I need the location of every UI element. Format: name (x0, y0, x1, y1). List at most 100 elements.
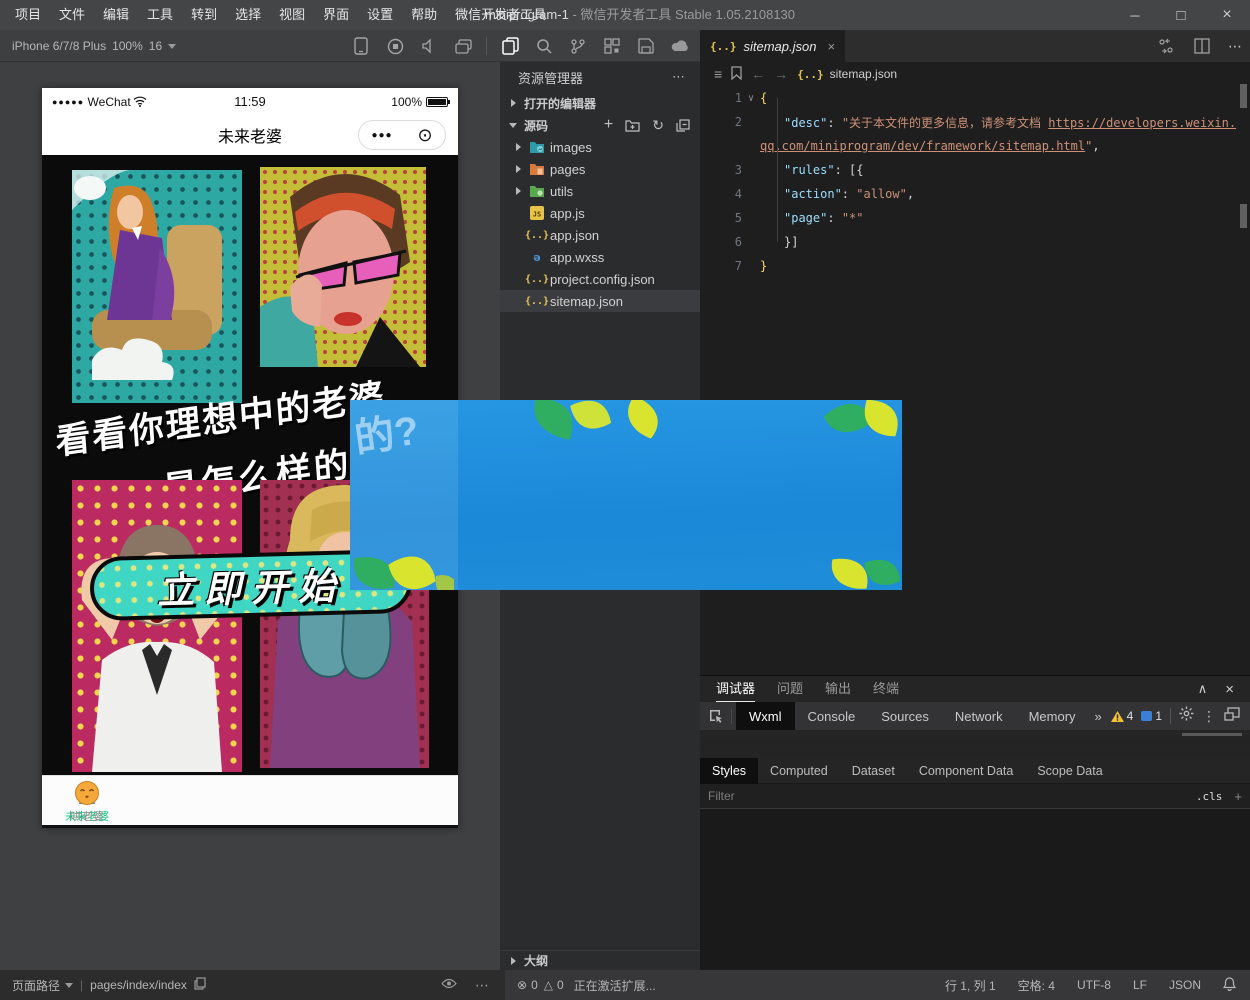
page-path-value: pages/index/index (90, 978, 187, 992)
cloud-icon[interactable] (663, 30, 697, 62)
bookmark-icon[interactable] (731, 66, 742, 83)
warning-count[interactable]: △0 (544, 978, 564, 992)
editor-statusbar: ⊗0 △0 正在激活扩展... 行 1, 列 1 空格: 4 UTF-8 LF … (505, 970, 1250, 1000)
plugins-icon[interactable] (595, 30, 629, 62)
explorer-more-icon[interactable]: ⋯ (672, 69, 686, 85)
capsule-menu[interactable]: ●●● ⊙ (358, 120, 446, 150)
file-row[interactable]: pages (500, 158, 700, 180)
explorer-toggle-icon[interactable] (493, 30, 527, 62)
collapse-panel-icon[interactable]: ∧ (1198, 681, 1208, 698)
error-count[interactable]: ⊗0 (517, 978, 538, 992)
collapse-all-icon[interactable] (676, 119, 690, 132)
menu-item[interactable]: 转到 (182, 0, 226, 30)
devtools-tab[interactable]: Memory (1016, 702, 1089, 730)
split-editor-icon[interactable] (1192, 30, 1212, 62)
bell-icon[interactable] (1223, 977, 1236, 994)
eol-label[interactable]: LF (1133, 978, 1147, 992)
warning-badge[interactable]: 4 (1111, 709, 1134, 723)
elements-scrollbar[interactable] (700, 730, 1250, 739)
capsule-more-icon[interactable]: ●●● (371, 130, 392, 141)
undock-icon[interactable] (1224, 707, 1240, 726)
maximize-button[interactable]: □ (1158, 0, 1204, 30)
devtools-tab[interactable]: Network (942, 702, 1016, 730)
copy-path-icon[interactable] (194, 977, 206, 993)
open-editors-section[interactable]: 打开的编辑器 (500, 92, 700, 114)
scrollbar-thumb[interactable] (1240, 84, 1247, 108)
outline-section[interactable]: 大纲 (500, 950, 700, 970)
cls-button[interactable]: .cls (1196, 790, 1235, 803)
tab-sitemap-json[interactable]: {..} sitemap.json × (700, 30, 845, 62)
tab-close-icon[interactable]: × (827, 39, 835, 54)
file-row[interactable]: {..} app.json (500, 224, 700, 246)
add-style-icon[interactable]: + (1234, 789, 1242, 804)
language-label[interactable]: JSON (1169, 978, 1201, 992)
debugger-tab[interactable]: 终端 (873, 677, 899, 702)
device-selector[interactable]: iPhone 6/7/8 Plus100%16 (12, 30, 176, 62)
close-button[interactable]: × (1204, 0, 1250, 30)
devtools-menu-icon[interactable]: ⋮ (1202, 708, 1216, 725)
debugger-tab[interactable]: 问题 (777, 677, 803, 702)
wxml-tree[interactable] (700, 739, 1250, 758)
style-filter-input[interactable]: Filter (708, 789, 1196, 803)
code-editor[interactable]: 1 ∨ { 2 "desc": "关于本文件的更多信息，请参考文档 https:… (700, 86, 1250, 278)
eye-icon[interactable] (441, 978, 457, 992)
search-icon[interactable] (527, 30, 561, 62)
open-changes-icon[interactable] (1156, 30, 1176, 62)
file-row[interactable]: images (500, 136, 700, 158)
menu-item[interactable]: 设置 (358, 0, 402, 30)
menu-item[interactable]: 选择 (226, 0, 270, 30)
more-options-icon[interactable]: ⋯ (475, 977, 489, 994)
devtools-settings-icon[interactable] (1179, 706, 1194, 726)
debugger-tab[interactable]: 输出 (825, 677, 851, 702)
devtools-tab[interactable]: Sources (868, 702, 942, 730)
scrollbar-mark[interactable] (1240, 204, 1247, 228)
indentation-label[interactable]: 空格: 4 (1018, 977, 1055, 994)
nav-back-icon[interactable]: ← (751, 66, 765, 82)
file-row[interactable]: {..} sitemap.json (500, 290, 700, 312)
new-folder-icon[interactable] (625, 119, 640, 132)
save-icon[interactable] (629, 30, 663, 62)
compile-mode-icon[interactable] (378, 30, 412, 62)
refresh-icon[interactable]: ↻ (652, 117, 664, 134)
phone-tab[interactable]: 哄老婆 (42, 779, 132, 824)
source-section[interactable]: 源码 + ↻ (500, 114, 700, 136)
close-panel-icon[interactable]: × (1225, 681, 1234, 698)
file-row[interactable]: {..} project.config.json (500, 268, 700, 290)
style-tab[interactable]: Dataset (840, 758, 907, 784)
message-badge[interactable]: 1 (1141, 709, 1162, 723)
style-tab[interactable]: Computed (758, 758, 840, 784)
nav-forward-icon[interactable]: → (774, 66, 788, 82)
new-file-icon[interactable]: + (604, 116, 613, 134)
more-tabs-icon[interactable]: » (1089, 709, 1108, 724)
menu-item[interactable]: 帮助 (402, 0, 446, 30)
inspect-element-icon[interactable] (706, 709, 732, 724)
menu-item[interactable]: 文件 (50, 0, 94, 30)
fold-chevron-icon[interactable]: ∨ (742, 93, 760, 104)
file-row[interactable]: utils (500, 180, 700, 202)
style-tab[interactable]: Styles (700, 758, 758, 784)
mute-icon[interactable] (412, 30, 446, 62)
more-actions-icon[interactable]: ⋯ (1228, 38, 1242, 55)
menu-item[interactable]: 界面 (314, 0, 358, 30)
devtools-tab[interactable]: Console (795, 702, 869, 730)
simulator-toggle-icon[interactable] (344, 30, 378, 62)
page-path-dropdown[interactable]: 页面路径 (12, 977, 73, 994)
menu-item[interactable]: 视图 (270, 0, 314, 30)
devtools-tab[interactable]: Wxml (736, 702, 795, 730)
multi-window-icon[interactable] (446, 30, 480, 62)
capsule-exit-icon[interactable]: ⊙ (417, 125, 432, 146)
style-tab[interactable]: Scope Data (1025, 758, 1114, 784)
file-row[interactable]: ǝ app.wxss (500, 246, 700, 268)
styles-body[interactable] (700, 809, 1250, 971)
menu-item[interactable]: 编辑 (94, 0, 138, 30)
file-row[interactable]: JS app.js (500, 202, 700, 224)
outline-list-icon[interactable]: ≡ (714, 66, 722, 82)
menu-item[interactable]: 工具 (138, 0, 182, 30)
debugger-tab[interactable]: 调试器 (716, 677, 755, 702)
encoding-label[interactable]: UTF-8 (1077, 978, 1111, 992)
cursor-position[interactable]: 行 1, 列 1 (945, 977, 996, 994)
git-icon[interactable] (561, 30, 595, 62)
style-tab[interactable]: Component Data (907, 758, 1026, 784)
minimize-button[interactable]: ─ (1112, 0, 1158, 30)
menu-item[interactable]: 项目 (6, 0, 50, 30)
